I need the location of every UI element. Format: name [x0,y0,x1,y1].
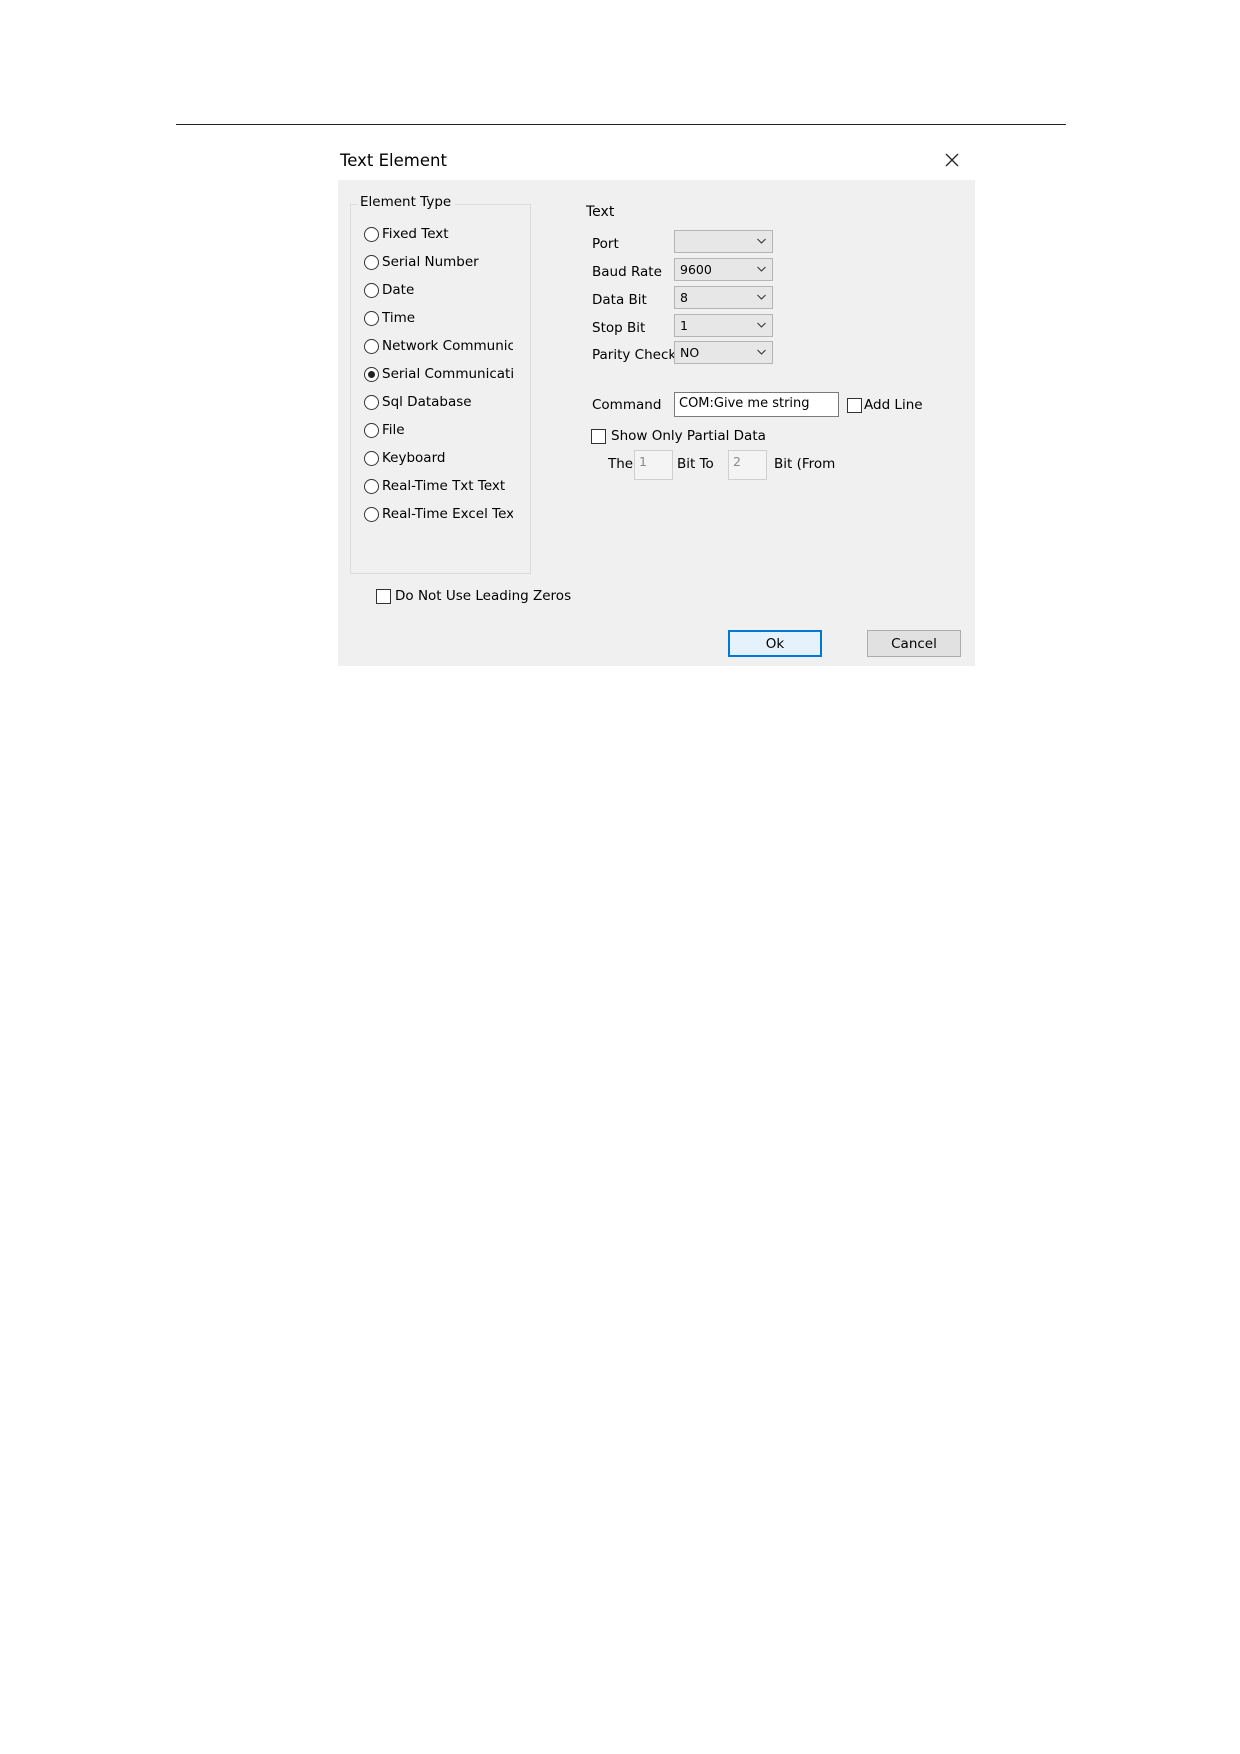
dialog-title: Text Element [340,151,447,170]
port-select[interactable] [674,230,773,253]
parity-check-label: Parity Check [592,347,677,363]
leading-zeros-checkbox[interactable] [376,588,391,604]
radio-label: Sql Database [382,394,472,410]
ok-button[interactable]: Ok [728,630,822,657]
leading-zeros-label: Do Not Use Leading Zeros [395,588,572,604]
partial-data-checkbox[interactable] [591,428,606,444]
chevron-down-icon [757,349,766,355]
title-bar: Text Element [338,142,975,180]
radio-button[interactable] [364,450,379,466]
radio-button[interactable] [364,478,379,494]
stop-bit-value: 1 [680,318,688,333]
radio-button[interactable] [364,282,379,298]
radio-button[interactable] [364,394,379,410]
radio-label: Serial Communicatio [382,366,513,382]
radio-label: Date [382,282,415,298]
command-input[interactable]: COM:Give me string [674,392,839,417]
radio-keyboard[interactable]: Keyboard [364,448,445,468]
data-bit-value: 8 [680,290,688,305]
radio-fixed-text[interactable]: Fixed Text [364,224,449,244]
radio-serial-number[interactable]: Serial Number [364,252,479,272]
radio-realtime-txt-text[interactable]: Real-Time Txt Text [364,476,505,496]
data-bit-select[interactable]: 8 [674,286,773,309]
page-rule [176,124,1066,125]
command-label: Command [592,397,662,413]
the-label: The [608,456,634,472]
stop-bit-label: Stop Bit [592,320,646,336]
radio-label: Real-Time Excel Text [382,506,513,522]
add-line-label: Add Line [864,397,923,413]
to-bit-value: 2 [733,454,741,469]
parity-check-select[interactable]: NO [674,341,773,364]
chevron-down-icon [757,238,766,244]
radio-label: Real-Time Txt Text [382,478,506,494]
partial-data-option[interactable]: Show Only Partial Data [591,428,766,444]
cancel-button[interactable]: Cancel [867,630,961,657]
chevron-down-icon [757,322,766,328]
radio-network-communication[interactable]: Network Communica [364,336,513,356]
bit-from-label: Bit (From [774,456,836,472]
leading-zeros-option[interactable]: Do Not Use Leading Zeros [376,588,571,604]
add-line-checkbox[interactable] [847,397,862,413]
parity-check-value: NO [680,345,700,360]
port-label: Port [592,236,619,252]
radio-button[interactable] [364,338,379,354]
radio-button[interactable] [364,310,379,326]
radio-serial-communication[interactable]: Serial Communicatio [364,364,513,384]
baud-rate-select[interactable]: 9600 [674,258,773,281]
radio-button[interactable] [364,506,379,522]
add-line-option[interactable]: Add Line [847,397,923,413]
bit-to-label: Bit To [677,456,714,472]
baud-rate-value: 9600 [680,262,712,277]
radio-sql-database[interactable]: Sql Database [364,392,472,412]
radio-button-selected[interactable] [364,366,379,382]
data-bit-label: Data Bit [592,292,647,308]
chevron-down-icon [757,266,766,272]
radio-realtime-excel-text[interactable]: Real-Time Excel Text [364,504,513,524]
radio-button[interactable] [364,254,379,270]
radio-time[interactable]: Time [364,308,415,328]
chevron-down-icon [757,294,766,300]
radio-file[interactable]: File [364,420,405,440]
partial-data-label: Show Only Partial Data [611,428,766,444]
text-section-title: Text [586,204,615,220]
radio-label: File [382,422,405,438]
stop-bit-select[interactable]: 1 [674,314,773,337]
radio-label: Keyboard [382,450,446,466]
radio-label: Fixed Text [382,226,449,242]
radio-label: Time [382,310,416,326]
close-icon[interactable] [944,152,960,168]
to-bit-input[interactable]: 2 [728,450,767,480]
from-bit-value: 1 [639,454,647,469]
command-value: COM:Give me string [679,396,810,411]
text-element-dialog: Text Element Element Type Fixed Text Ser… [338,142,975,666]
radio-button[interactable] [364,226,379,242]
radio-button[interactable] [364,422,379,438]
element-type-legend: Element Type [358,194,456,210]
radio-label: Network Communica [382,338,513,354]
radio-date[interactable]: Date [364,280,414,300]
dialog-client-area: Element Type Fixed Text Serial Number Da… [338,180,975,666]
from-bit-input[interactable]: 1 [634,450,673,480]
radio-label: Serial Number [382,254,479,270]
baud-rate-label: Baud Rate [592,264,662,280]
